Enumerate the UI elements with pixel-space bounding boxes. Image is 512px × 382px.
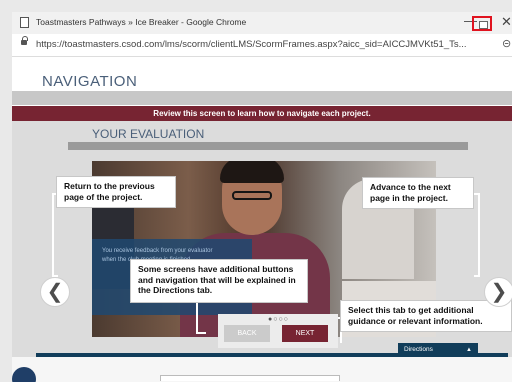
close-button[interactable]: ✕: [501, 14, 512, 30]
callout-previous-page: Return to the previous page of the proje…: [56, 176, 176, 208]
callout-next-page: Advance to the next page in the project.: [362, 177, 474, 209]
page-title: NAVIGATION: [42, 73, 138, 90]
directions-tab-label: Directions: [404, 346, 433, 353]
maximize-button[interactable]: [472, 16, 492, 31]
next-button[interactable]: NEXT: [282, 325, 328, 342]
url-text[interactable]: https://toastmasters.csod.com/lms/scorm/…: [36, 39, 467, 50]
previous-arrow-icon[interactable]: ❮: [40, 277, 70, 307]
footer: [12, 357, 512, 382]
instruction-banner: Review this screen to learn how to navig…: [12, 106, 512, 121]
lock-icon: [21, 36, 28, 45]
directions-tab[interactable]: Directions ▲: [398, 343, 478, 357]
page-content: NAVIGATION Review this screen to learn h…: [12, 57, 512, 382]
back-button[interactable]: BACK: [224, 325, 270, 342]
next-arrow-icon[interactable]: ❯: [484, 277, 512, 307]
section-title: YOUR EVALUATION: [92, 127, 205, 141]
man-hair: [220, 161, 284, 183]
page-indicator: ●○○○: [268, 316, 289, 323]
callout-connector-screens: [196, 302, 206, 334]
address-bar[interactable]: https://toastmasters.csod.com/lms/scorm/…: [12, 34, 512, 57]
caret-up-icon: ▲: [466, 347, 472, 353]
page-info-icon[interactable]: ⊝: [502, 37, 511, 50]
callout-directions-tab: Select this tab to get additional guidan…: [340, 300, 512, 332]
page-icon: [20, 17, 29, 28]
window-title: Toastmasters Pathways » Ice Breaker - Go…: [36, 17, 247, 27]
glasses-icon: [232, 191, 272, 200]
callout-connector-next: [474, 193, 480, 277]
callout-additional-buttons: Some screens have additional buttons and…: [130, 259, 308, 303]
browser-title-bar: Toastmasters Pathways » Ice Breaker - Go…: [12, 12, 512, 34]
section-bar: [68, 142, 468, 150]
header-divider: [12, 91, 512, 105]
toastmasters-logo: [12, 367, 36, 382]
footer-field: [160, 375, 340, 381]
